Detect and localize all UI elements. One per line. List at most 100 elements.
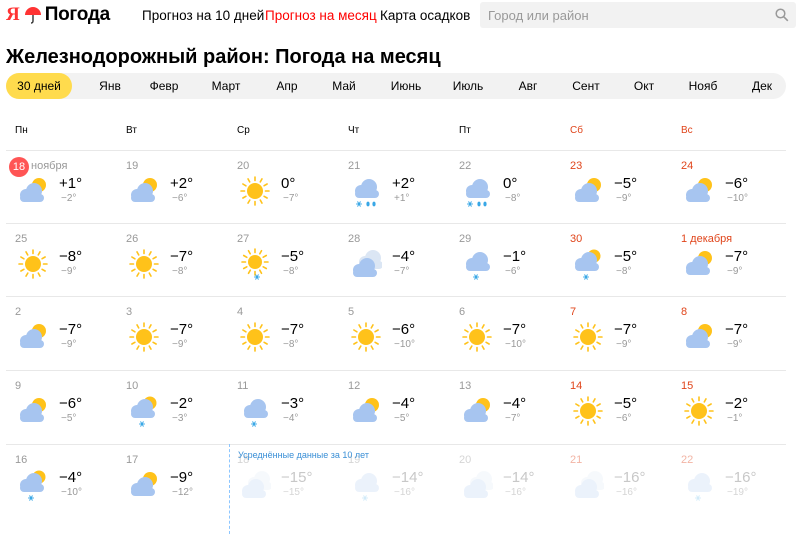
search-icon[interactable] xyxy=(775,8,789,22)
sun-snow-icon xyxy=(241,248,269,280)
day-date: 22 xyxy=(459,160,472,172)
day-cell[interactable]: 20 0° −7° xyxy=(228,150,338,222)
search-input[interactable] xyxy=(480,2,770,28)
day-cell[interactable]: 7 −7° −9° xyxy=(561,296,671,368)
overcast-icon xyxy=(575,471,604,498)
day-cell[interactable]: 30 −5° −8° xyxy=(561,223,671,295)
overcast-icon xyxy=(242,471,271,498)
tab-month[interactable]: Май xyxy=(332,73,356,99)
temp-min: +1° xyxy=(394,193,410,204)
day-cell[interactable]: 15 −2° −1° xyxy=(672,370,782,442)
day-cell[interactable]: 19 +2° −6° xyxy=(117,150,227,222)
temp-min: −7° xyxy=(505,413,521,424)
cloud-sleet-icon xyxy=(355,179,379,207)
temp-min: −1° xyxy=(727,413,743,424)
tab-month[interactable]: Нояб xyxy=(689,73,718,99)
day-cell[interactable]: 18 ноября +1° −2° xyxy=(6,150,116,222)
day-cell[interactable]: 8 −7° −9° xyxy=(672,296,782,368)
temp-max: −1° xyxy=(503,248,527,265)
partly-cloudy-icon xyxy=(20,398,46,422)
partly-cloudy-icon xyxy=(464,398,490,422)
day-cell[interactable]: 23 −5° −9° xyxy=(561,150,671,222)
tab-month[interactable]: Февр xyxy=(150,73,179,99)
temp-min: −7° xyxy=(394,266,410,277)
partly-cloudy-icon xyxy=(131,472,157,496)
day-date: 27 xyxy=(237,233,250,245)
day-date: 10 xyxy=(126,380,139,392)
day-cell[interactable]: 1 декабря −7° −9° xyxy=(672,223,782,295)
day-cell[interactable]: 6 −7° −10° xyxy=(450,296,560,368)
day-cell[interactable]: 27 −5° −8° xyxy=(228,223,338,295)
temp-max: −2° xyxy=(725,395,749,412)
day-date: 3 xyxy=(126,306,133,318)
umbrella-icon xyxy=(24,7,41,24)
day-cell[interactable]: 26 −7° −8° xyxy=(117,223,227,295)
day-cell[interactable]: 21 +2° +1° xyxy=(339,150,449,222)
nav-10-day-forecast[interactable]: Прогноз на 10 дней xyxy=(142,8,264,23)
tab-month[interactable]: Апр xyxy=(276,73,297,99)
temp-max: −7° xyxy=(170,321,194,338)
tab-month[interactable]: Авг xyxy=(519,73,538,99)
sun-icon xyxy=(573,322,603,352)
tab-month[interactable]: Сент xyxy=(572,73,599,99)
day-date: 1 декабря xyxy=(681,233,733,245)
nav-precipitation-map[interactable]: Карта осадков xyxy=(380,8,470,23)
day-cell[interactable]: 25 −8° −9° xyxy=(6,223,116,295)
nav-month-forecast[interactable]: Прогноз на месяц xyxy=(265,8,377,23)
temp-min: −19° xyxy=(727,487,748,498)
day-cell[interactable]: 20 −14° −16° xyxy=(450,444,560,516)
temp-min: −16° xyxy=(394,487,415,498)
temp-max: −7° xyxy=(170,248,194,265)
weekday-header: Вт xyxy=(126,125,137,136)
temp-max: −14° xyxy=(392,469,424,486)
day-cell[interactable]: 29 −1° −6° xyxy=(450,223,560,295)
day-cell[interactable]: 9 −6° −5° xyxy=(6,370,116,442)
logo-text: Погода xyxy=(44,4,110,25)
partly-cloudy-icon xyxy=(686,251,712,275)
tab-month[interactable]: Янв xyxy=(99,73,121,99)
day-cell[interactable]: 2 −7° −9° xyxy=(6,296,116,368)
day-cell[interactable]: 24 −6° −10° xyxy=(672,150,782,222)
day-cell[interactable]: 22 0° −8° xyxy=(450,150,560,222)
temp-min: −9° xyxy=(61,339,77,350)
tab-30-days[interactable]: 30 дней xyxy=(6,73,72,99)
day-cell[interactable]: 13 −4° −7° xyxy=(450,370,560,442)
tab-month[interactable]: Дек xyxy=(752,73,772,99)
day-cell[interactable]: 10 −2° −3° xyxy=(117,370,227,442)
tab-month[interactable]: Июль xyxy=(453,73,484,99)
logo[interactable]: Я Погода xyxy=(6,4,110,26)
temp-max: −9° xyxy=(170,469,194,486)
average-divider xyxy=(229,444,230,534)
weekday-header: Сб xyxy=(570,125,583,136)
temp-min: −8° xyxy=(283,266,299,277)
temp-min: −5° xyxy=(394,413,410,424)
day-cell[interactable]: 28 −4° −7° xyxy=(339,223,449,295)
sun-icon xyxy=(129,249,159,279)
day-cell[interactable]: 14 −5° −6° xyxy=(561,370,671,442)
temp-min: −6° xyxy=(172,193,188,204)
day-date: 11 xyxy=(237,380,249,392)
day-cell[interactable]: 4 −7° −8° xyxy=(228,296,338,368)
day-date: 28 xyxy=(348,233,361,245)
day-cell[interactable]: 16 −4° −10° xyxy=(6,444,116,516)
tab-month[interactable]: Июнь xyxy=(391,73,422,99)
day-cell[interactable]: 22 −16° −19° xyxy=(672,444,782,516)
day-cell[interactable]: 21 −16° −16° xyxy=(561,444,671,516)
temp-min: −2° xyxy=(61,193,77,204)
partly-cloudy-icon xyxy=(131,178,157,202)
temp-min: −3° xyxy=(172,413,188,424)
temp-min: −15° xyxy=(283,487,304,498)
day-cell[interactable]: 17 −9° −12° xyxy=(117,444,227,516)
temp-max: −6° xyxy=(725,175,749,192)
temp-min: −10° xyxy=(61,487,82,498)
temp-max: −4° xyxy=(392,248,416,265)
day-cell[interactable]: 12 −4° −5° xyxy=(339,370,449,442)
day-date: 29 xyxy=(459,233,472,245)
weekday-header: Ср xyxy=(237,125,250,136)
tab-month[interactable]: Окт xyxy=(634,73,654,99)
tab-month[interactable]: Март xyxy=(212,73,241,99)
day-cell[interactable]: 11 −3° −4° xyxy=(228,370,338,442)
day-cell[interactable]: 5 −6° −10° xyxy=(339,296,449,368)
day-date: 4 xyxy=(237,306,244,318)
day-cell[interactable]: 3 −7° −9° xyxy=(117,296,227,368)
